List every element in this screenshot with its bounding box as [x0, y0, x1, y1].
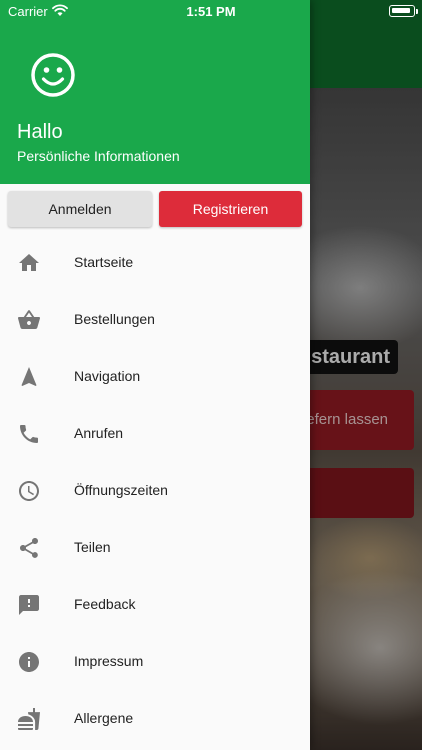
- home-icon: [19, 254, 39, 271]
- menu-item-label: Bestellungen: [74, 311, 155, 327]
- menu-item-label: Öffnungszeiten: [74, 482, 168, 498]
- menu-item-label: Feedback: [74, 596, 136, 612]
- menu-item-navigation[interactable]: Navigation: [0, 348, 310, 405]
- drawer-header: Carrier Hallo Persönliche Informationen: [0, 0, 310, 184]
- share-icon: [20, 538, 38, 558]
- phone-icon: [20, 425, 38, 443]
- menu-item-teilen[interactable]: Teilen: [0, 519, 310, 576]
- menu-item-label: Startseite: [74, 254, 134, 270]
- menu-item-label: Teilen: [74, 539, 111, 555]
- status-time: 1:51 PM: [186, 4, 236, 19]
- basket-icon: [18, 310, 40, 329]
- login-button[interactable]: Anmelden: [8, 191, 152, 227]
- info-icon: [19, 652, 39, 672]
- menu-item-impressum[interactable]: Impressum: [0, 633, 310, 690]
- menu-item-startseite[interactable]: Startseite: [0, 234, 310, 291]
- clock-icon: [19, 481, 39, 501]
- menu-item-bestellungen[interactable]: Bestellungen: [0, 291, 310, 348]
- menu-item-label: Impressum: [74, 653, 144, 669]
- menu-item-oeffnungszeiten[interactable]: Öffnungszeiten: [0, 462, 310, 519]
- smiley-avatar-icon: [31, 53, 75, 97]
- navigation-arrow-icon: [21, 367, 37, 386]
- menu-item-label: Navigation: [74, 368, 141, 384]
- drawer-subtitle[interactable]: Persönliche Informationen: [17, 148, 180, 164]
- navigation-drawer: Carrier Hallo Persönliche Informationen …: [0, 0, 310, 750]
- menu-item-allergene[interactable]: Allergene: [0, 690, 310, 747]
- menu-item-anrufen[interactable]: Anrufen: [0, 405, 310, 462]
- drawer-title: Hallo: [17, 121, 63, 143]
- food-icon: [18, 708, 40, 730]
- menu-item-label: Allergene: [74, 710, 134, 726]
- register-button[interactable]: Registrieren: [159, 191, 302, 227]
- drawer-menu: Startseite Bestellungen Navigation Anruf…: [0, 234, 310, 747]
- menu-item-label: Anrufen: [74, 425, 124, 441]
- menu-item-feedback[interactable]: Feedback: [0, 576, 310, 633]
- feedback-icon: [19, 595, 39, 615]
